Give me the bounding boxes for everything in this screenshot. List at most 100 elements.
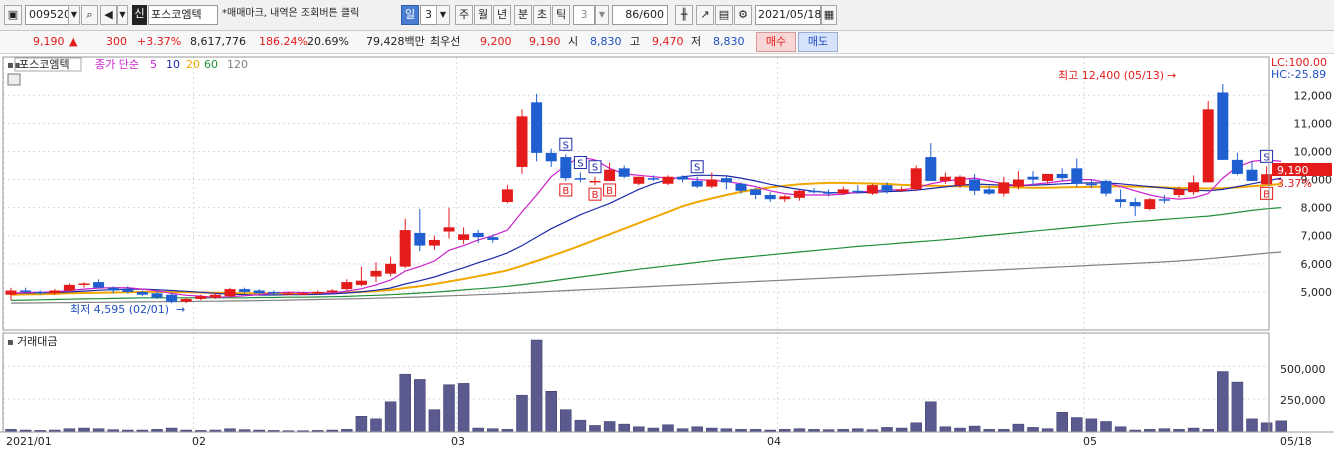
min-arrow-icon: → — [176, 303, 185, 316]
buy-marker-label: B — [592, 190, 599, 201]
trade-amount: 79,428백만 — [366, 35, 425, 48]
candle-body — [954, 176, 966, 186]
candle-body — [399, 230, 411, 267]
candle-body — [735, 183, 747, 191]
tab-day[interactable]: 일 — [401, 5, 419, 25]
tab-minute[interactable]: 분 — [514, 5, 532, 25]
candle-body — [487, 237, 499, 240]
candle-body — [720, 178, 732, 183]
candle-body — [34, 291, 46, 294]
candle-body — [983, 189, 995, 194]
save-icon[interactable]: ▤ — [715, 5, 733, 25]
candle-body — [312, 291, 324, 294]
up-arrow-icon: ▲ — [69, 35, 78, 48]
volume-bar — [647, 427, 660, 433]
day-count-dropdown-icon[interactable]: ▼ — [436, 5, 450, 25]
candle-body — [647, 178, 659, 180]
low-label: 저 — [691, 35, 702, 48]
quote-bar: 9,190 ▲ 300 +3.37% 8,617,776 186.24% 20.… — [0, 31, 1334, 54]
price-tick-label: 7,000 — [1301, 230, 1333, 243]
x-label-05-18: 05/18 — [1280, 435, 1312, 448]
volume-bar — [530, 339, 543, 433]
speaker-icon[interactable]: ◀ — [100, 5, 117, 25]
candle-body — [414, 232, 426, 246]
volume-bar — [472, 427, 484, 433]
volume-bar — [384, 401, 397, 433]
candle-body — [808, 190, 820, 193]
volume-panel-label: 거래대금 — [17, 335, 57, 348]
ma-label: 종가 단순 — [95, 58, 139, 71]
table-toggle-icon[interactable] — [7, 73, 21, 86]
volume-bar — [691, 426, 703, 433]
tab-second[interactable]: 초 — [533, 5, 551, 25]
tab-year[interactable]: 년 — [493, 5, 511, 25]
volume-bar — [881, 427, 893, 433]
candle-body — [1158, 199, 1170, 201]
candle-body — [1071, 168, 1083, 184]
draw-tool-icon[interactable]: ↗ — [696, 5, 714, 25]
x-label-2021-01: 2021/01 — [6, 435, 52, 448]
candle-body — [341, 282, 353, 290]
volume-legend-dots-icon: ▪ — [7, 337, 14, 348]
tab-tick[interactable]: 틱 — [552, 5, 570, 25]
candle-body — [253, 290, 265, 294]
max-arrow-icon: → — [1167, 69, 1176, 82]
speaker-dropdown-icon[interactable]: ▼ — [117, 5, 128, 25]
search-icon[interactable]: ⌕ — [81, 5, 98, 25]
candle-body — [1261, 174, 1273, 185]
max-price-annotation: 최고 12,400 (05/13) — [1058, 69, 1164, 82]
ask-price: 9,200 — [480, 35, 512, 48]
window-menu-icon[interactable]: ▣ — [4, 5, 22, 25]
candle-body — [691, 180, 703, 187]
volume-bar — [589, 425, 601, 433]
candle-body — [1246, 169, 1258, 181]
candle-body — [151, 293, 163, 298]
candle-type-icon[interactable]: ╫ — [675, 5, 693, 25]
candle-body — [1188, 182, 1200, 193]
stock-chart[interactable]: SBS SB BSSB 12,00011,00010,0009,0008,0007,… — [0, 55, 1334, 452]
sell-button[interactable]: 매도 — [798, 32, 838, 52]
current-pct-tag: 3.37% — [1277, 177, 1312, 190]
ma5-label: 5 — [150, 58, 157, 71]
candle-body — [604, 169, 616, 181]
volume-bar — [603, 421, 616, 433]
candle-body — [501, 189, 513, 203]
tab-week[interactable]: 주 — [455, 5, 473, 25]
current-price-tag: 9,190 — [1277, 164, 1309, 177]
candle-body — [166, 294, 178, 302]
best-quote-label: 최우선 — [430, 35, 461, 48]
volume-bar — [706, 427, 718, 433]
candle-body — [633, 176, 645, 184]
stock-name-field[interactable]: 포스코엠텍 — [148, 5, 218, 25]
stock-code-input[interactable]: 009520 — [25, 5, 71, 25]
candle-body — [866, 185, 878, 194]
open-label: 시 — [568, 35, 579, 48]
candle-body — [136, 291, 148, 295]
candle-body — [793, 190, 805, 198]
ma120-label: 120 — [227, 58, 248, 71]
buy-button[interactable]: 매수 — [756, 32, 796, 52]
volume-bar — [925, 401, 937, 433]
candle-body — [881, 185, 893, 191]
calendar-icon[interactable]: ▦ — [821, 5, 837, 25]
date-field[interactable]: 2021/05/18 — [755, 5, 821, 25]
minute-dropdown-icon[interactable]: ▼ — [595, 5, 609, 25]
candle-body — [443, 227, 455, 232]
min-price-annotation: 최저 4,595 (02/01) — [70, 303, 169, 316]
candle-body — [589, 180, 601, 183]
volume-bar — [1012, 423, 1025, 433]
candle-body — [516, 116, 528, 167]
candle-body — [209, 294, 221, 298]
volume-value: 8,617,776 — [190, 35, 246, 48]
candle-body — [458, 234, 470, 240]
volume-bar — [939, 426, 952, 433]
data-count-field[interactable]: 86/600 — [612, 5, 668, 25]
day-count-select[interactable]: 3 — [420, 5, 437, 25]
volume-bar — [633, 426, 645, 433]
sell-marker-label: S — [694, 163, 700, 174]
minute-select[interactable]: 3 — [573, 5, 595, 25]
tab-month[interactable]: 월 — [474, 5, 492, 25]
stock-code-dropdown-icon[interactable]: ▼ — [68, 5, 80, 25]
gear-icon[interactable]: ⚙ — [734, 5, 752, 25]
chart-panel: SBSSBBSSB 12,000 11,000 10,000 9,000 8,000 7,… — [0, 55, 1334, 452]
